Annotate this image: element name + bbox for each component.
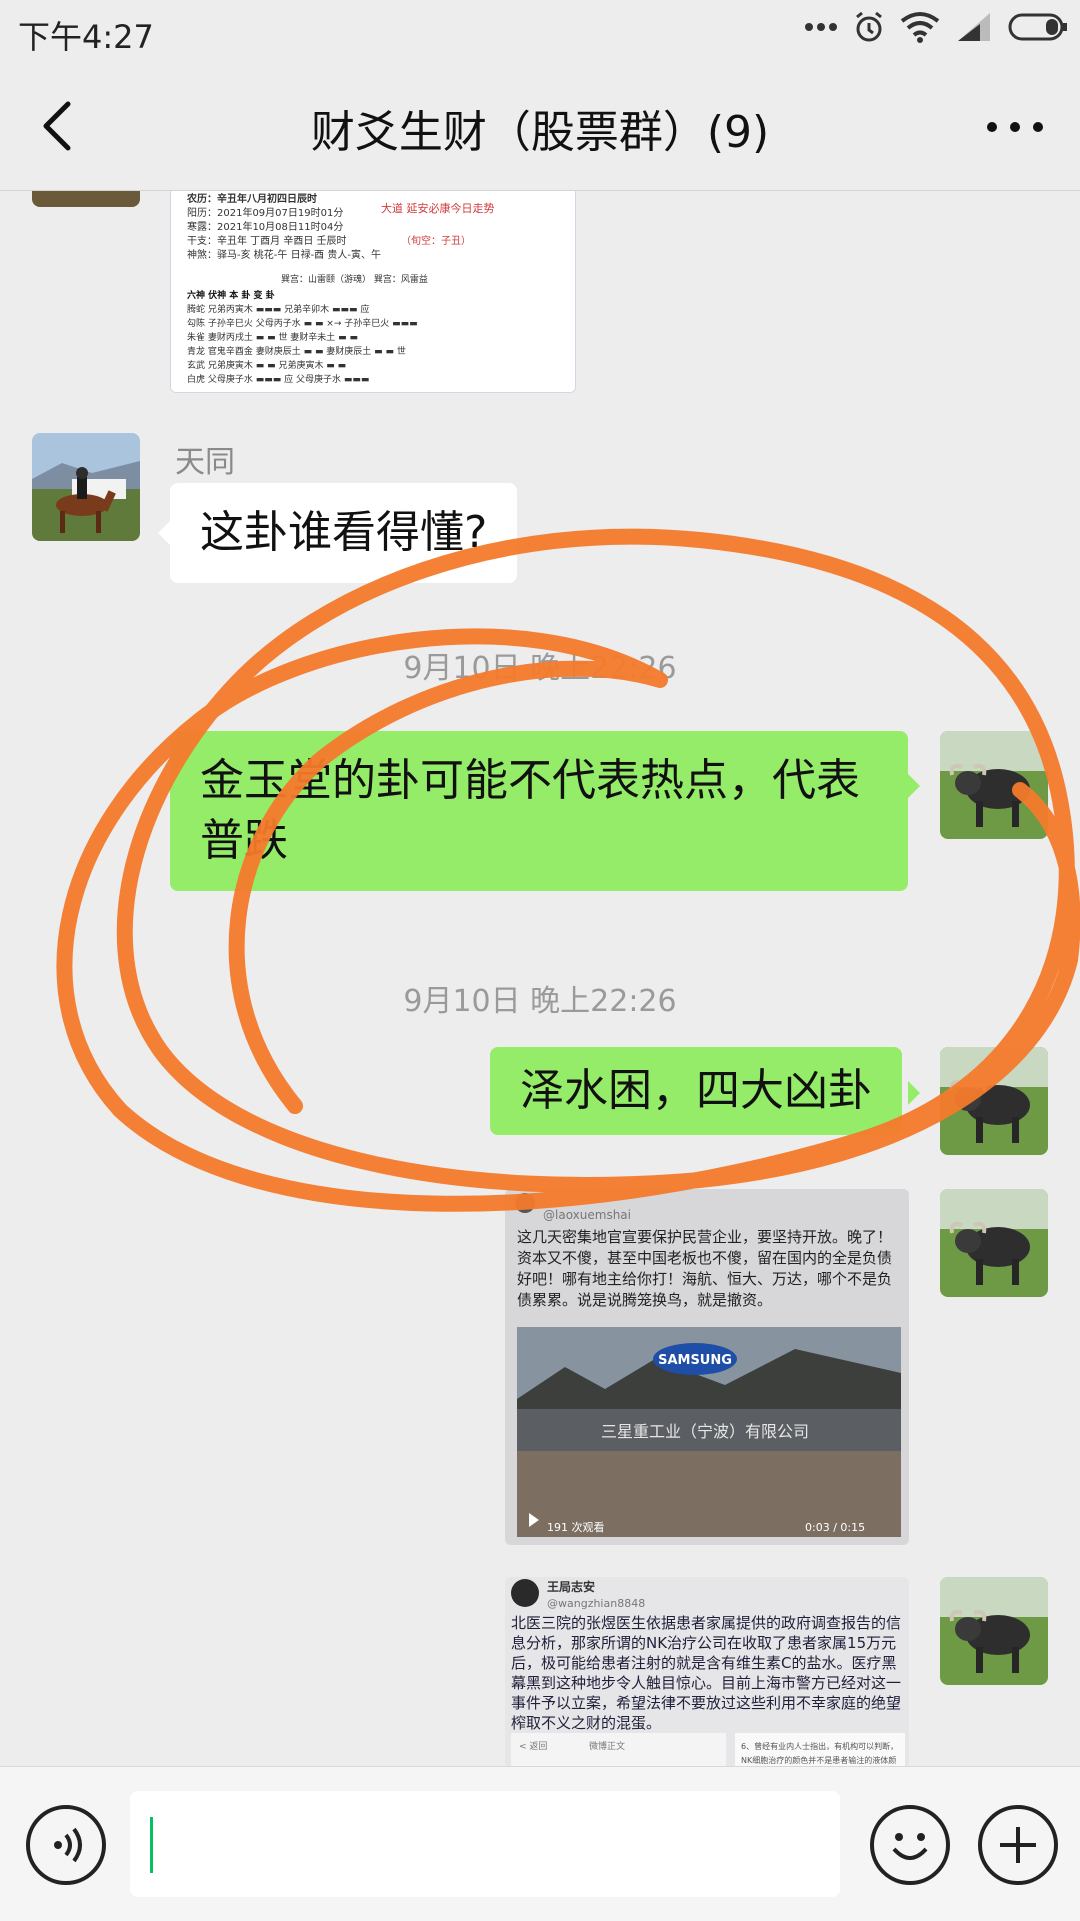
status-bar: 下午4:27 — [0, 0, 1080, 62]
message-bubble-outgoing[interactable]: 金玉堂的卦可能不代表热点，代表普跌 — [170, 731, 908, 891]
avatar-buffalo-image — [940, 1047, 1048, 1155]
sender-name: 天同 — [175, 445, 235, 480]
post-text: 北医三院的张煜医生依据患者家属提供的政府调查报告的信息分析，那家所谓的NK治疗公… — [511, 1614, 902, 1732]
avatar-self[interactable] — [940, 1189, 1048, 1297]
more-dots-icon — [805, 23, 837, 31]
chart-row: 白虎 父母庚子水 ▬▬▬ 应 父母庚子水 ▬▬▬ — [187, 373, 369, 385]
bubble-tail — [908, 1081, 920, 1105]
chart-palace: 巽宫：山雷颐（游魂） 巽宫：风雷益 — [281, 273, 428, 285]
bubble-tail — [158, 521, 170, 545]
avatar-self[interactable] — [940, 1047, 1048, 1155]
avatar-buffalo-image — [940, 731, 1048, 839]
message-text: 金玉堂的卦可能不代表热点，代表普跌 — [200, 755, 860, 866]
chart-row: 朱雀 妻财丙戌土 ▬ ▬ 世 妻财辛未土 ▬ ▬ — [187, 331, 358, 343]
chart-row: 青龙 官鬼辛酉金 妻财庚辰土 ▬ ▬ 妻财庚辰土 ▬ ▬ 世 — [187, 345, 406, 357]
video-screenshot-image: @laoxuemshai 这几天密集地官宣要保护民营企业，要坚持开放。晚了！资本… — [505, 1189, 909, 1545]
bubble-tail — [908, 774, 920, 798]
post-author: 王局志安 — [547, 1579, 595, 1594]
chart-hanlu: 寒露：2021年10月08日11时04分 — [187, 220, 343, 233]
message-bubble-incoming[interactable]: 这卦谁看得懂? — [170, 483, 518, 583]
chart-lunar: 农历：辛丑年八月初四日辰时 — [186, 192, 317, 205]
chart-columns: 六神 伏神 本 卦 变 卦 — [187, 289, 275, 301]
chart-shensha: 神煞：驿马-亥 桃花-午 日禄-酉 贵人-寅、午 — [187, 248, 381, 261]
text-caret — [150, 1817, 153, 1873]
avatar-tiantong[interactable] — [32, 433, 140, 541]
image-message-post-screenshot[interactable]: 王局志安 @wangzhian8848 北医三院的张煜医生依据患者家属提供的政府… — [505, 1577, 909, 1766]
message-list[interactable]: 农历：辛丑年八月初四日辰时 阳历：2021年09月07日19时01分 寒露：20… — [0, 191, 1080, 1766]
image-message-divination-chart[interactable]: 农历：辛丑年八月初四日辰时 阳历：2021年09月07日19时01分 寒露：20… — [170, 191, 576, 393]
avatar[interactable] — [32, 191, 140, 207]
divination-chart-image: 农历：辛丑年八月初四日辰时 阳历：2021年09月07日19时01分 寒露：20… — [171, 191, 575, 392]
samsung-logo-text: SAMSUNG — [658, 1353, 732, 1368]
alarm-icon — [856, 11, 882, 42]
back-arrow-icon[interactable] — [30, 96, 90, 156]
plus-icon[interactable] — [978, 1805, 1058, 1885]
chart-row: 勾陈 子孙辛巳火 父母丙子水 ▬ ▬ ×→ 子孙辛巳火 ▬▬▬ — [187, 317, 418, 329]
chat-header: 财爻生财（股票群）(9) — [0, 62, 1080, 191]
message-bubble-outgoing[interactable]: 泽水困，四大凶卦 — [490, 1047, 902, 1135]
post-handle: @wangzhian8848 — [547, 1597, 645, 1610]
post-footer-text: 微博正文 — [589, 1740, 625, 1752]
message-text: 这卦谁看得懂? — [200, 507, 488, 558]
message-input[interactable] — [130, 1791, 840, 1897]
chart-red-title: 大道 延安必康今日走势 — [381, 201, 495, 215]
timestamp: 9月10日 晚上22:26 — [403, 651, 677, 686]
video-post-text: 这几天密集地官宣要保护民营企业，要坚持开放。晚了！资本又不傻，甚至中国老板也不傻… — [517, 1228, 893, 1309]
video-views: 191 次观看 — [547, 1520, 605, 1534]
video-duration: 0:03 / 0:15 — [805, 1521, 865, 1534]
chat-title: 财爻生财（股票群）(9) — [310, 107, 770, 158]
avatar-self[interactable] — [940, 731, 1048, 839]
message-text: 泽水困，四大凶卦 — [520, 1065, 872, 1116]
avatar-self[interactable] — [940, 1577, 1048, 1685]
status-icons — [804, 10, 1068, 44]
emoji-icon[interactable] — [870, 1805, 950, 1885]
battery-icon — [1008, 13, 1067, 41]
company-sign: 三星重工业（宁波）有限公司 — [601, 1422, 809, 1441]
chart-row: 腾蛇 兄弟丙寅木 ▬▬▬ 兄弟辛卯木 ▬▬▬ 应 — [187, 303, 369, 315]
post-note-1: 6、曾经有业内人士指出，有机构可以判断， — [741, 1741, 898, 1751]
input-bar — [0, 1766, 1080, 1921]
post-back-text: < 返回 — [519, 1740, 547, 1752]
avatar-buffalo-image — [940, 1189, 1048, 1297]
post-screenshot-image: 王局志安 @wangzhian8848 北医三院的张煜医生依据患者家属提供的政府… — [505, 1577, 909, 1766]
signal-icon — [958, 13, 990, 41]
avatar-buffalo-image — [940, 1577, 1048, 1685]
wifi-icon — [900, 12, 940, 43]
avatar-horse-rider-image — [32, 433, 140, 541]
timestamp: 9月10日 晚上22:26 — [403, 984, 677, 1019]
chart-solar: 阳历：2021年09月07日19时01分 — [187, 206, 343, 219]
image-message-video-screenshot[interactable]: @laoxuemshai 这几天密集地官宣要保护民营企业，要坚持开放。晚了！资本… — [505, 1189, 909, 1545]
chart-red-kong: （旬空：子丑） — [401, 234, 471, 247]
chart-ganzhi: 干支：辛丑年 丁酉月 辛酉日 壬辰时 — [187, 234, 347, 247]
post-note-2: NK细胞治疗的颜色并不是患者输注的液体颜 — [741, 1755, 896, 1765]
more-icon[interactable] — [980, 102, 1050, 152]
video-handle: @laoxuemshai — [543, 1208, 631, 1222]
status-time: 下午4:27 — [18, 18, 154, 56]
chart-row: 玄武 兄弟庚寅木 ▬ ▬ 兄弟庚寅木 ▬ ▬ — [187, 359, 346, 371]
voice-icon[interactable] — [26, 1805, 106, 1885]
